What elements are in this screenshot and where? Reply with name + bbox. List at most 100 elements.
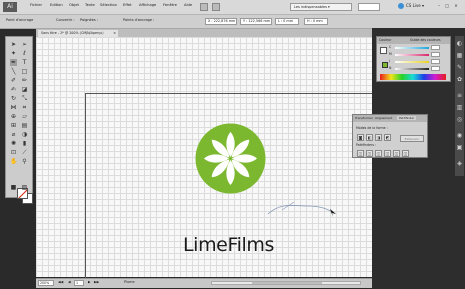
tab-color[interactable]: Couleur xyxy=(379,38,391,42)
magenta-value-field[interactable] xyxy=(431,52,440,57)
tab-align[interactable]: Alignement xyxy=(375,116,392,120)
brushes-panel-icon[interactable]: ✎ xyxy=(456,64,463,71)
blend-tool-icon[interactable]: ◑ xyxy=(21,131,28,138)
cyan-value-field[interactable] xyxy=(431,45,440,50)
magenta-slider-row[interactable]: M xyxy=(389,52,440,57)
menu-view[interactable]: Affichage xyxy=(139,3,156,7)
menu-object[interactable]: Objet xyxy=(69,3,79,7)
tab-color-guide[interactable]: Guide des couleurs xyxy=(410,38,441,42)
menu-edit[interactable]: Edition xyxy=(50,3,63,7)
line-tool-icon[interactable]: ╲ xyxy=(10,68,17,75)
perspective-grid-tool-icon[interactable]: ▱ xyxy=(21,113,28,120)
hand-tool-icon[interactable]: ✋ xyxy=(10,158,17,165)
cs-live-button[interactable]: CS Live ▾ xyxy=(398,3,424,9)
window-controls[interactable]: – □ × xyxy=(438,3,460,8)
black-slider[interactable] xyxy=(395,68,429,70)
last-artboard-icon[interactable]: ▶▶ xyxy=(94,280,99,284)
menu-help[interactable]: Aide xyxy=(184,3,192,7)
arrange-documents-icon[interactable] xyxy=(212,3,220,11)
divide-icon[interactable]: ◫ xyxy=(357,150,364,157)
menu-file[interactable]: Fichier xyxy=(30,3,42,7)
shape-builder-tool-icon[interactable]: ⊕ xyxy=(10,113,17,120)
pencil-tool-icon[interactable]: ✏ xyxy=(21,77,28,84)
horizontal-scrollbar[interactable] xyxy=(211,281,361,285)
layers-panel-icon[interactable]: ◈ xyxy=(456,160,463,167)
direct-selection-tool-icon[interactable]: ➢ xyxy=(21,41,28,48)
stroke-swatch[interactable] xyxy=(382,62,388,68)
color-mode-icon[interactable]: ■ xyxy=(10,184,17,191)
rotate-tool-icon[interactable]: ↻ xyxy=(10,95,17,102)
free-transform-tool-icon[interactable]: ⌗ xyxy=(21,104,28,111)
none-mode-icon[interactable]: ▨ xyxy=(21,184,28,191)
fill-swatch[interactable] xyxy=(380,47,387,54)
tab-pathfinder[interactable]: Pathfinder xyxy=(397,116,417,120)
slice-tool-icon[interactable]: ⟋ xyxy=(21,149,28,156)
transparency-panel-icon[interactable]: ◎ xyxy=(456,116,463,123)
menu-effect[interactable]: Effet xyxy=(123,3,132,7)
color-spectrum[interactable] xyxy=(380,74,446,80)
prev-artboard-icon[interactable]: ◀ xyxy=(68,280,71,284)
scrollbar-thumb[interactable] xyxy=(252,282,322,284)
graphic-styles-panel-icon[interactable]: ▣ xyxy=(456,144,463,151)
gradient-panel-icon[interactable]: ▥ xyxy=(456,104,463,111)
unite-icon[interactable]: ◙ xyxy=(357,134,364,141)
paintbrush-tool-icon[interactable]: ✐ xyxy=(10,77,17,84)
appearance-panel-icon[interactable]: ◉ xyxy=(456,132,463,139)
width-tool-icon[interactable]: ⋈ xyxy=(10,104,17,111)
mesh-tool-icon[interactable]: ⊞ xyxy=(10,122,17,129)
x-coordinate-field[interactable]: X : 222,876 mm xyxy=(205,18,237,25)
crop-icon[interactable]: ◫ xyxy=(384,150,391,157)
column-graph-tool-icon[interactable]: ▮ xyxy=(21,140,28,147)
rectangle-tool-icon[interactable]: □ xyxy=(21,68,28,75)
color-panel-icon[interactable]: ◐ xyxy=(456,40,463,47)
yellow-slider-row[interactable]: J xyxy=(389,59,440,64)
workspace-switcher[interactable]: Les indispensables ▾ xyxy=(290,3,352,11)
magenta-slider[interactable] xyxy=(395,54,429,56)
pen-tool-icon[interactable]: ✒ xyxy=(10,59,17,66)
swatches-panel-icon[interactable]: ▦ xyxy=(456,52,463,59)
intersect-icon[interactable]: ◨ xyxy=(375,134,382,141)
scale-tool-icon[interactable]: ⤡ xyxy=(21,95,28,102)
symbols-panel-icon[interactable]: ✿ xyxy=(456,76,463,83)
exclude-icon[interactable]: ◩ xyxy=(384,134,391,141)
next-artboard-icon[interactable]: ▶ xyxy=(88,280,91,284)
gradient-tool-icon[interactable]: ▤ xyxy=(21,122,28,129)
stroke-panel-icon[interactable]: ≡ xyxy=(456,92,463,99)
close-tab-icon[interactable]: × xyxy=(113,30,116,37)
yellow-value-field[interactable] xyxy=(431,59,440,64)
selection-tool-icon[interactable]: ➤ xyxy=(10,41,17,48)
type-tool-icon[interactable]: T xyxy=(21,59,28,66)
eraser-tool-icon[interactable]: ◪ xyxy=(21,86,28,93)
artboard-tool-icon[interactable]: ⊡ xyxy=(10,149,17,156)
menu-type[interactable]: Texte xyxy=(85,3,95,7)
y-coordinate-field[interactable]: Y : 122,566 mm xyxy=(240,18,272,25)
help-search-input[interactable] xyxy=(358,3,380,11)
height-field[interactable]: H : 0 mm xyxy=(304,18,328,25)
document-tab[interactable]: Sans titre - 2* @ 200% (CMJN/Aperçu) × xyxy=(38,30,118,37)
artboard-number-field[interactable]: 1 xyxy=(74,280,84,286)
lime-logo[interactable] xyxy=(194,122,267,195)
magic-wand-tool-icon[interactable]: ✦ xyxy=(10,50,17,57)
first-artboard-icon[interactable]: ◀◀ xyxy=(58,280,63,284)
black-value-field[interactable] xyxy=(431,66,440,71)
pen-path[interactable] xyxy=(266,200,338,220)
brand-wordmark[interactable]: LimeFilms xyxy=(183,234,274,256)
blob-brush-tool-icon[interactable]: ✍ xyxy=(10,86,17,93)
black-slider-row[interactable]: N xyxy=(389,66,440,71)
cyan-slider[interactable] xyxy=(395,47,429,49)
merge-icon[interactable]: ◫ xyxy=(375,150,382,157)
bridge-icon[interactable] xyxy=(200,3,208,11)
trim-icon[interactable]: ◫ xyxy=(366,150,373,157)
menu-select[interactable]: Sélection xyxy=(100,3,117,7)
yellow-slider[interactable] xyxy=(395,61,429,63)
lasso-tool-icon[interactable]: ℓ xyxy=(21,50,28,57)
zoom-level-field[interactable]: 200% xyxy=(38,280,54,286)
eyedropper-tool-icon[interactable]: ⌀ xyxy=(10,131,17,138)
zoom-tool-icon[interactable]: ⚲ xyxy=(21,158,28,165)
tab-transform[interactable]: Transformer xyxy=(355,116,373,120)
expand-button[interactable]: Extension xyxy=(400,135,424,142)
cyan-slider-row[interactable]: C xyxy=(389,45,440,50)
outline-icon[interactable]: ◫ xyxy=(393,150,400,157)
menu-window[interactable]: Fenêtre xyxy=(163,3,177,7)
symbol-sprayer-tool-icon[interactable]: ✺ xyxy=(10,140,17,147)
